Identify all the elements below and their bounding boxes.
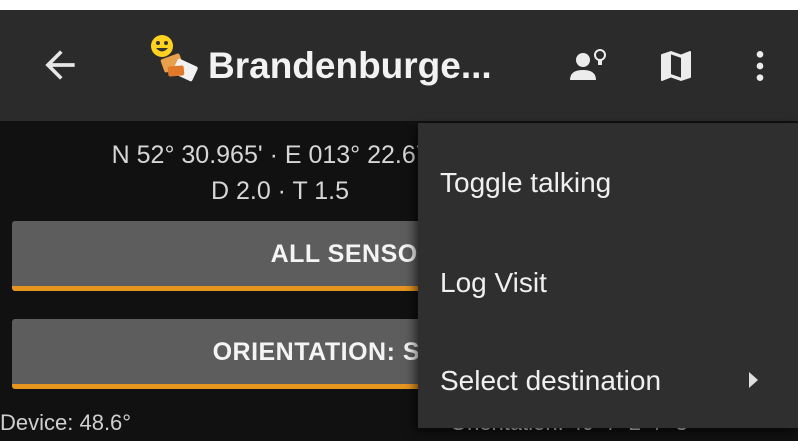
menu-item-select-destination[interactable]: Select destination xyxy=(418,333,798,429)
map-icon xyxy=(661,51,691,81)
app-toolbar: Brandenburge... xyxy=(0,10,798,121)
submenu-arrow-icon xyxy=(749,372,758,388)
menu-item-toggle-talking[interactable]: Toggle talking xyxy=(418,135,798,231)
person-lightbulb-icon xyxy=(570,49,606,80)
app-screen: Brandenburge... N 52° 30.965' · E 013° 2… xyxy=(0,10,798,441)
cache-type-icon xyxy=(148,32,204,88)
person-lightbulb-button[interactable] xyxy=(568,46,608,86)
menu-item-label: Toggle talking xyxy=(440,167,612,198)
more-vert-icon xyxy=(756,51,764,81)
arrow-left-icon xyxy=(45,50,75,80)
menu-item-label: Select destination xyxy=(440,365,662,396)
map-button[interactable] xyxy=(656,46,696,86)
device-heading-text: Device: 48.6° xyxy=(0,410,132,435)
menu-item-label: Log Visit xyxy=(440,267,547,298)
back-button[interactable] xyxy=(38,43,82,87)
overflow-menu: Toggle talking Log Visit Select destinat… xyxy=(418,123,798,428)
page-title: Brandenburge... xyxy=(208,45,492,86)
more-options-button[interactable] xyxy=(740,46,780,86)
menu-item-log-visit[interactable]: Log Visit xyxy=(418,235,798,331)
